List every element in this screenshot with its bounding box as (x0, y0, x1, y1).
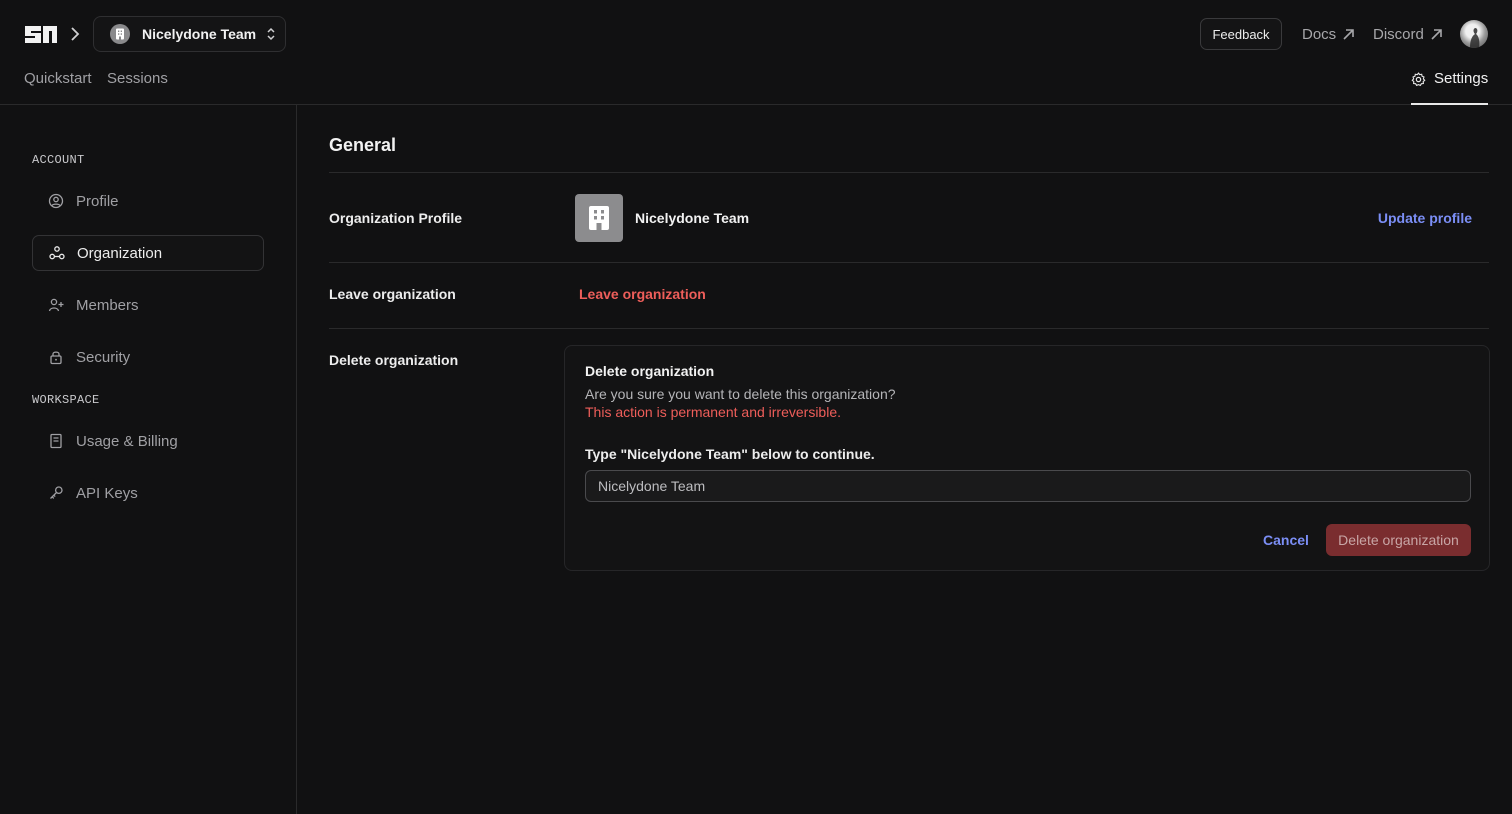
sidebar-item-api-keys[interactable]: API Keys (32, 475, 264, 511)
card-title: Delete organization (585, 363, 715, 379)
top-bar: Nicelydone Team Feedback Docs Discord Qu… (0, 0, 1512, 105)
confirm-prompt: Type "Nicelydone Team" below to continue… (585, 446, 875, 462)
sidebar-item-label: API Keys (76, 484, 138, 502)
arrow-up-right-icon (1430, 28, 1443, 41)
leave-organization-button[interactable]: Leave organization (579, 286, 706, 302)
delete-org-label: Delete organization (329, 352, 459, 368)
sidebar-item-profile[interactable]: Profile (32, 183, 264, 219)
organization-icon (49, 245, 65, 261)
sidebar-item-label: Members (76, 296, 139, 314)
sidebar-item-members[interactable]: Members (32, 287, 264, 323)
tab-settings[interactable]: Settings (1411, 66, 1488, 105)
docs-link-label: Docs (1302, 25, 1337, 43)
sidebar-item-label: Security (76, 348, 131, 366)
tab-quickstart[interactable]: Quickstart (24, 70, 92, 87)
docs-link[interactable]: Docs (1302, 24, 1355, 44)
feedback-button[interactable]: Feedback (1200, 18, 1282, 50)
divider (329, 172, 1489, 173)
confirm-org-name-input[interactable] (585, 470, 1471, 502)
tab-settings-label: Settings (1434, 70, 1489, 87)
sidebar-item-organization[interactable]: Organization (32, 235, 264, 271)
chevron-right-icon (68, 26, 82, 42)
sidebar-item-security[interactable]: Security (32, 339, 264, 375)
gear-icon (1411, 72, 1426, 87)
divider (329, 328, 1489, 329)
settings-sidebar: ACCOUNT Profile Organization Members Sec… (0, 105, 297, 814)
team-switcher[interactable]: Nicelydone Team (93, 16, 286, 52)
update-profile-link[interactable]: Update profile (1378, 210, 1472, 226)
user-avatar[interactable] (1460, 20, 1488, 48)
sidebar-item-label: Organization (77, 244, 163, 262)
sidebar-heading-workspace: WORKSPACE (32, 393, 100, 407)
sidebar-item-label: Usage & Billing (76, 432, 178, 450)
sl-logo-icon[interactable] (23, 22, 59, 46)
receipt-icon (48, 433, 64, 449)
user-circle-icon (48, 193, 64, 209)
discord-link-label: Discord (1373, 25, 1424, 43)
team-switcher-label: Nicelydone Team (142, 26, 257, 42)
user-plus-icon (48, 297, 64, 313)
confirm-question: Are you sure you want to delete this org… (585, 386, 896, 402)
irreversible-warning: This action is permanent and irreversibl… (585, 404, 842, 420)
delete-organization-button[interactable]: Delete organization (1326, 524, 1471, 556)
org-name: Nicelydone Team (635, 210, 750, 226)
tab-sessions[interactable]: Sessions (107, 70, 168, 87)
page-title: General (329, 135, 397, 155)
building-icon (110, 24, 130, 44)
lock-icon (48, 349, 64, 365)
sidebar-item-usage-billing[interactable]: Usage & Billing (32, 423, 264, 459)
sidebar-item-label: Profile (76, 192, 119, 210)
org-logo (575, 194, 623, 242)
discord-link[interactable]: Discord (1373, 24, 1443, 44)
divider (329, 262, 1489, 263)
chevron-up-down-icon (266, 26, 276, 42)
sidebar-heading-account: ACCOUNT (32, 153, 85, 167)
org-profile-label: Organization Profile (329, 210, 463, 226)
cancel-button[interactable]: Cancel (1263, 532, 1309, 548)
delete-confirm-card: Delete organization Are you sure you wan… (564, 345, 1490, 571)
key-icon (48, 485, 64, 501)
building-icon (588, 205, 610, 231)
leave-org-label: Leave organization (329, 286, 456, 302)
arrow-up-right-icon (1342, 28, 1355, 41)
